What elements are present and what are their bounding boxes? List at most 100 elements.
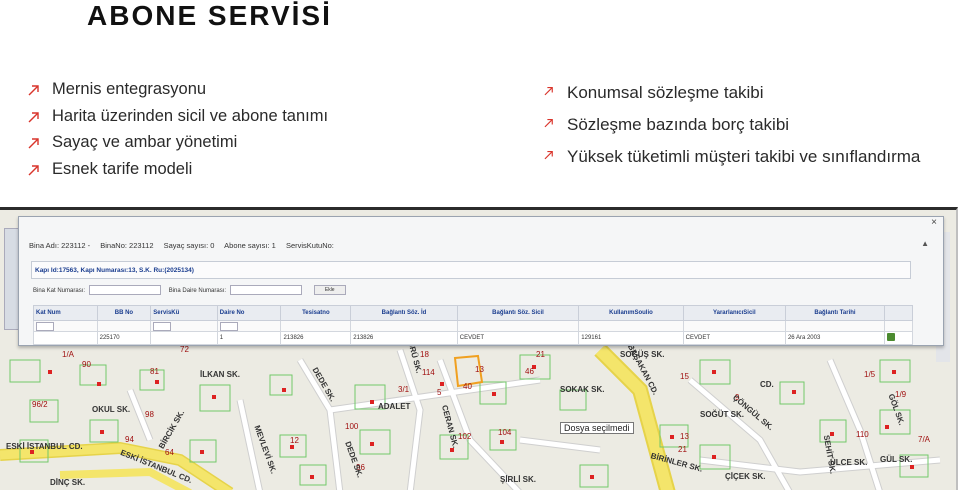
road-label: CD. [760, 380, 774, 389]
parcel-label: 21 [678, 445, 687, 454]
collapse-icon[interactable]: ▲ [921, 239, 929, 248]
road-label: SOKAK SK. [560, 385, 605, 394]
list-item: Konumsal sözleşme takibi [541, 77, 920, 109]
parcel-label: 12 [290, 436, 299, 445]
parcel-label: 104 [498, 428, 512, 437]
header-field: Sayaç sayısı: 0 [163, 241, 215, 250]
filter-cell[interactable] [784, 320, 886, 332]
bullet-text: Konumsal sözleşme takibi [567, 83, 764, 102]
floor-label: Bina Kat Numarası: [33, 288, 86, 294]
bullet-text: Esnek tarife modeli [52, 159, 193, 178]
road-label: ŞİRLİ SK. [500, 475, 537, 484]
table-cell: 213826 [350, 331, 458, 345]
list-item: Yüksek tüketimli müşteri takibi ve sınıf… [541, 141, 920, 173]
floor-input[interactable] [89, 285, 162, 296]
filter-cell[interactable] [456, 320, 580, 332]
list-item: Esnek tarife modeli [26, 156, 328, 183]
column-header[interactable]: KullanımSoulio [578, 305, 684, 321]
header-field: BinaNo: 223112 [100, 241, 154, 250]
add-button[interactable]: Ekle [313, 285, 346, 296]
column-header[interactable]: Tesisatno [280, 305, 352, 321]
list-item: Sayaç ve ambar yönetimi [26, 129, 328, 156]
table-row[interactable]: 225170 1 213826 213826 CEVDET 129161 CEV… [33, 331, 913, 345]
parcel-label: 81 [150, 367, 159, 376]
filter-input[interactable] [153, 321, 172, 331]
parcel-label: 21 [536, 350, 545, 359]
parcel-label: 96/2 [32, 400, 48, 409]
parcel-label: 3/1 [398, 385, 410, 394]
table-cell[interactable] [884, 331, 913, 345]
column-header[interactable]: Kat Num [33, 305, 98, 321]
filter-cell[interactable] [578, 320, 684, 332]
feature-list-right: Konumsal sözleşme takibi Sözleşme bazınd… [541, 77, 920, 173]
column-header[interactable]: Bağlantı Söz. İd [350, 305, 458, 321]
parcel-label: 94 [125, 435, 134, 444]
dialog-header: Bina Adı: 223112 - BinaNo: 223112 Sayaç … [29, 237, 909, 254]
parcel-label: 98 [145, 410, 154, 419]
parcel-label: 102 [458, 432, 472, 441]
parcel-label: 90 [82, 360, 91, 369]
column-header[interactable]: ServisKü [150, 305, 218, 321]
table-cell: CEVDET [456, 331, 580, 345]
parcel-label: 114 [422, 368, 435, 377]
parcel-label: 64 [165, 448, 174, 457]
arrow-icon [28, 164, 39, 175]
filter-input[interactable] [219, 321, 238, 331]
bullet-text: Yüksek tüketimli müşteri takibi ve sınıf… [567, 147, 921, 166]
road-label: OKUL SK. [92, 405, 131, 414]
list-item: Mernis entegrasyonu [26, 76, 328, 103]
column-header[interactable]: Bağlantı Söz. Sicil [456, 305, 580, 321]
filter-cell[interactable] [280, 320, 352, 332]
table-cell: CEVDET [682, 331, 786, 345]
filter-cell[interactable] [33, 320, 98, 332]
arrow-icon [28, 111, 39, 122]
header-field: ServisKutuNo: [285, 241, 334, 250]
list-item: Sözleşme bazında borç takibi [541, 109, 920, 141]
subscriber-table: Kat Num BB No ServisKü Daire No Tesisatn… [33, 305, 913, 345]
close-icon[interactable]: × [931, 217, 937, 228]
door-info-bar: Kapı Id:17563, Kapı Numarası:13, S.K. Ru… [31, 261, 911, 279]
table-cell [33, 331, 98, 345]
filter-cell[interactable] [150, 320, 218, 332]
filter-cell[interactable] [350, 320, 458, 332]
list-item: Harita üzerinden sicil ve abone tanımı [26, 103, 328, 130]
road-label: ESKİ İSTANBUL CD. [6, 442, 83, 451]
filter-input[interactable] [36, 321, 54, 331]
column-header[interactable]: Bağlantı Tarihi [784, 305, 886, 321]
parcel-label: 18 [420, 350, 429, 359]
parcel-label: 72 [180, 345, 189, 354]
parcel-label: 1/A [62, 350, 75, 359]
arrow-icon [544, 150, 553, 160]
parcel-label: 100 [345, 422, 359, 431]
unit-input[interactable] [230, 285, 303, 296]
road-label: SOĞÜT SK. [700, 410, 745, 419]
column-header[interactable]: YararlanıcıSicil [682, 305, 786, 321]
column-header[interactable]: Daire No [216, 305, 282, 321]
parcel-label: 1/5 [864, 370, 876, 379]
filter-row [33, 320, 913, 332]
page-title: ABONE SERVİSİ [87, 0, 332, 31]
filter-cell[interactable] [682, 320, 786, 332]
table-cell: 1 [216, 331, 282, 345]
parcel-label: 7/A [918, 435, 931, 444]
table-cell: 213826 [280, 331, 352, 345]
road-label: ÜLCE SK. [830, 458, 868, 467]
edit-icon[interactable] [887, 333, 896, 341]
road-label: GÜL SK. [880, 455, 913, 464]
filter-cell[interactable] [216, 320, 282, 332]
arrow-icon [544, 118, 553, 128]
map-tooltip: Dosya seçilmedi [560, 422, 634, 434]
column-header[interactable]: BB No [96, 305, 152, 321]
bullet-text: Mernis entegrasyonu [52, 80, 207, 98]
road-label: İLKAN SK. [200, 370, 240, 379]
filter-cell[interactable] [96, 320, 152, 332]
add-unit-form: Bina Kat Numarası: Bina Daire Numarası: … [33, 285, 346, 297]
parcel-label: 110 [856, 430, 869, 439]
parcel-label: 46 [525, 367, 534, 376]
parcel-info-dialog: × Bina Adı: 223112 - BinaNo: 223112 Saya… [18, 216, 944, 346]
parcel-label: 13 [680, 432, 689, 441]
arrow-icon [544, 86, 553, 96]
feature-list-left: Mernis entegrasyonu Harita üzerinden sic… [26, 76, 328, 182]
bullet-text: Sayaç ve ambar yönetimi [52, 133, 238, 151]
table-cell: 225170 [96, 331, 152, 345]
